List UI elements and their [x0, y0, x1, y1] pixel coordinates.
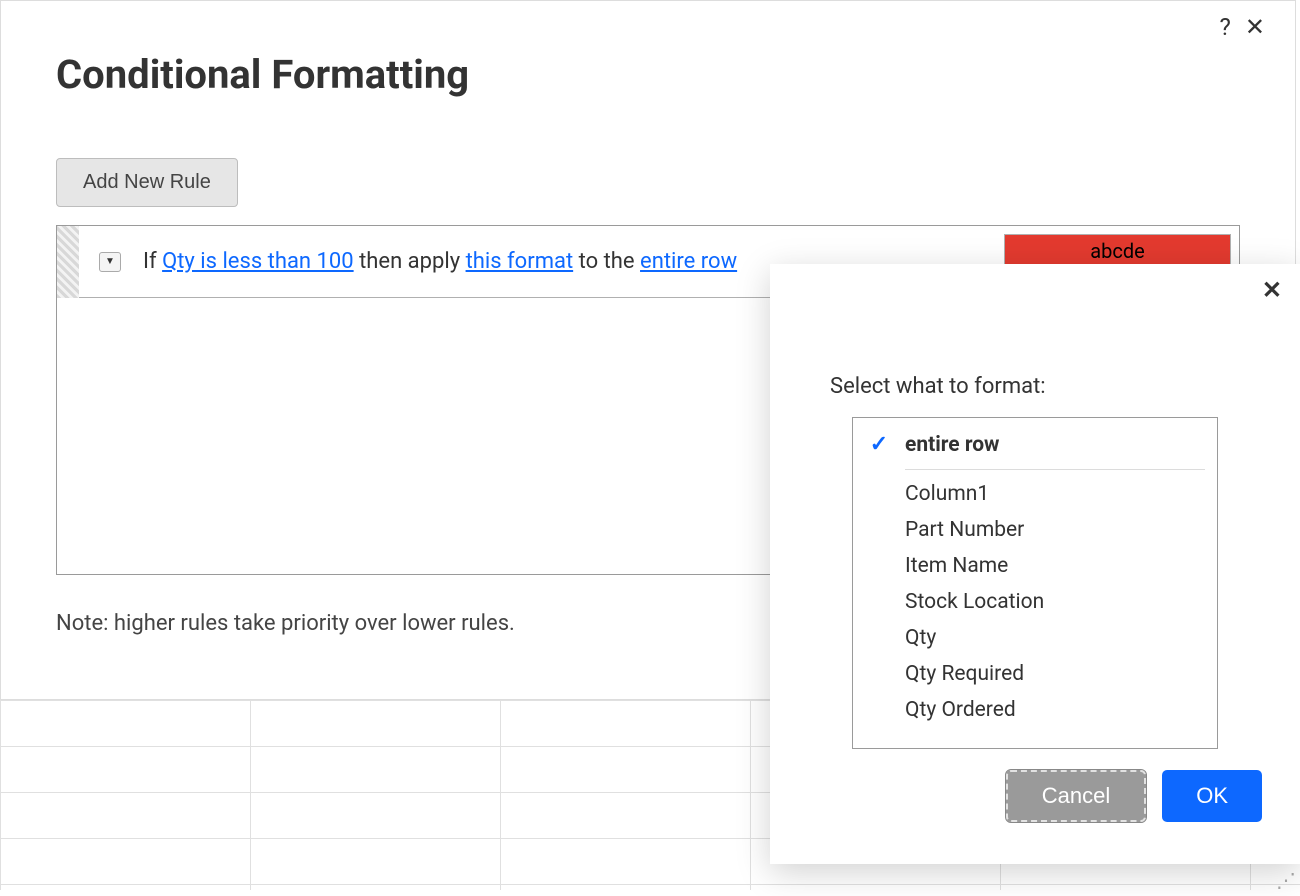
check-icon: ✓: [865, 432, 893, 457]
option-label: Column1: [893, 482, 989, 506]
option-label: Part Number: [893, 518, 1024, 542]
ok-button[interactable]: OK: [1162, 770, 1262, 822]
option-label: Stock Location: [893, 590, 1044, 614]
format-target-option[interactable]: Stock Location: [853, 584, 1217, 620]
option-label: Qty Required: [893, 662, 1024, 686]
format-target-list: ✓ entire row Column1 Part Number Item Na…: [852, 417, 1218, 749]
rule-sentence: If Qty is less than 100 then apply this …: [143, 249, 737, 274]
option-label: Qty Ordered: [893, 698, 1016, 722]
cancel-button[interactable]: Cancel: [1006, 770, 1146, 822]
rule-format-link[interactable]: this format: [466, 249, 574, 274]
option-label: Qty: [893, 626, 936, 650]
rule-mid1: then apply: [354, 249, 466, 274]
format-target-option[interactable]: Qty: [853, 620, 1217, 656]
format-target-option[interactable]: Item Name: [853, 548, 1217, 584]
rule-scope-link[interactable]: entire row: [640, 249, 737, 274]
option-label: Item Name: [893, 554, 1008, 578]
format-target-option[interactable]: Qty Ordered: [853, 692, 1217, 728]
format-target-option-entire-row[interactable]: ✓ entire row: [853, 426, 1217, 463]
drag-handle-icon[interactable]: [57, 226, 79, 298]
add-new-rule-button[interactable]: Add New Rule: [56, 158, 238, 207]
help-icon[interactable]: ?: [1220, 15, 1231, 39]
chevron-down-icon: ▼: [105, 256, 115, 267]
rule-condition-link[interactable]: Qty is less than 100: [162, 249, 354, 274]
option-label: entire row: [893, 433, 999, 457]
format-target-option[interactable]: Part Number: [853, 512, 1217, 548]
rule-prefix: If: [143, 249, 162, 274]
popup-heading: Select what to format:: [830, 374, 1278, 399]
rule-mid2: to the: [573, 249, 640, 274]
format-target-option[interactable]: Column1: [853, 476, 1217, 512]
format-target-option[interactable]: Qty Required: [853, 656, 1217, 692]
rule-menu-toggle[interactable]: ▼: [99, 252, 121, 272]
close-icon[interactable]: ✕: [1245, 15, 1265, 39]
resize-grip-icon[interactable]: ⋰: [1276, 868, 1296, 892]
divider: [905, 469, 1205, 470]
select-format-target-popup: ✕ Select what to format: ✓ entire row Co…: [770, 264, 1300, 864]
close-icon[interactable]: ✕: [1262, 276, 1282, 304]
page-title: Conditional Formatting: [56, 51, 1240, 98]
